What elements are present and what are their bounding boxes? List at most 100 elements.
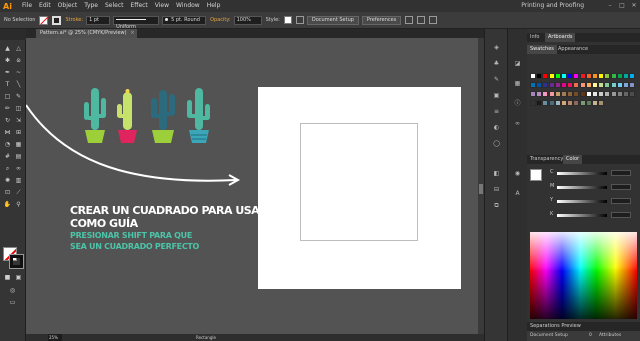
zoom-tool-icon[interactable]: ⚲	[14, 200, 23, 209]
color-swatch[interactable]	[616, 91, 623, 97]
current-tool-label[interactable]: Rectangle	[196, 334, 216, 341]
color-swatch[interactable]	[629, 82, 636, 88]
color-swatch[interactable]	[598, 82, 605, 88]
menu-window[interactable]: Window	[176, 0, 200, 12]
color-swatch[interactable]	[592, 82, 598, 88]
color-swatch[interactable]	[561, 82, 567, 88]
color-swatch[interactable]	[623, 91, 629, 97]
menu-effect[interactable]: Effect	[131, 0, 148, 12]
appearance-panel-icon[interactable]: ◧	[492, 169, 501, 178]
stroke-color-swatch[interactable]	[52, 15, 62, 25]
stroke-swatch[interactable]	[10, 255, 23, 268]
links-icon[interactable]: ∞	[513, 119, 522, 128]
type-panel-icon[interactable]: A	[513, 189, 522, 198]
separations-preview-tab[interactable]: Separations Preview	[527, 322, 640, 331]
type-tool-icon[interactable]: T	[3, 80, 12, 89]
menu-object[interactable]: Object	[58, 0, 78, 12]
color-swatch[interactable]	[623, 73, 629, 79]
fill-color-swatch[interactable]	[39, 15, 49, 25]
color-swatch[interactable]	[579, 82, 586, 88]
artboard[interactable]	[258, 87, 461, 289]
slice-tool-icon[interactable]: ⟋	[14, 188, 23, 197]
color-swatch[interactable]	[592, 73, 598, 79]
blend-tool-icon[interactable]: ∞	[14, 164, 23, 173]
footer-doc-setup[interactable]: Document Setup	[527, 333, 568, 338]
color-swatch[interactable]	[536, 73, 543, 79]
color-swatch[interactable]	[567, 73, 574, 79]
menu-view[interactable]: View	[155, 0, 169, 12]
k-slider[interactable]	[557, 214, 607, 217]
m-value[interactable]	[611, 184, 631, 190]
rectangle-tool-icon[interactable]: □	[3, 92, 12, 101]
color-swatch[interactable]	[554, 91, 561, 97]
gradient-tool-icon[interactable]: ▤	[14, 152, 23, 161]
color-swatch[interactable]	[536, 82, 543, 88]
color-swatch[interactable]	[542, 82, 549, 88]
color-swatch[interactable]	[585, 91, 592, 97]
color-mode-icon[interactable]: ■	[3, 273, 12, 282]
brushes-icon[interactable]: ✎	[492, 75, 501, 84]
menu-select[interactable]: Select	[105, 0, 124, 12]
hand-tool-icon[interactable]: ✋	[3, 200, 12, 209]
pencil-tool-icon[interactable]: ✏	[3, 104, 12, 113]
color-fill-none-icon[interactable]	[530, 169, 542, 181]
color-swatch[interactable]	[542, 91, 549, 97]
color-swatch[interactable]	[530, 73, 536, 79]
panel-menu-icon[interactable]	[429, 16, 438, 24]
pathfinder-panel-icon[interactable]: ⧉	[492, 201, 501, 210]
fill-stroke-widget[interactable]	[3, 247, 23, 269]
menu-help[interactable]: Help	[207, 0, 221, 12]
color-swatch[interactable]	[542, 100, 549, 106]
color-swatch[interactable]	[561, 100, 567, 106]
symbols-icon[interactable]: ♣	[492, 59, 501, 68]
gradient-mode-icon[interactable]: ▣	[14, 273, 23, 282]
column-graph-tool-icon[interactable]: ▥	[14, 176, 23, 185]
close-tab-icon[interactable]: ×	[130, 29, 134, 38]
m-slider[interactable]	[557, 186, 607, 189]
minimize-button[interactable]: –	[607, 2, 613, 9]
style-dropdown-icon[interactable]	[295, 16, 304, 24]
line-tool-icon[interactable]: ╲	[14, 80, 23, 89]
color-swatch[interactable]	[567, 100, 574, 106]
tab-appearance[interactable]: Appearance	[555, 45, 591, 54]
draw-mode-icon[interactable]: ◎	[8, 286, 17, 295]
color-swatch[interactable]	[610, 73, 617, 79]
perspective-grid-tool-icon[interactable]: ▦	[14, 140, 23, 149]
color-swatch[interactable]	[585, 100, 592, 106]
y-value[interactable]	[611, 198, 631, 204]
color-swatch[interactable]	[554, 73, 561, 79]
selection-tool-icon[interactable]: ▲	[3, 44, 12, 53]
color-swatch[interactable]	[548, 91, 555, 97]
transparency-panel-icon[interactable]: ◯	[492, 139, 501, 148]
color-swatch[interactable]	[579, 100, 586, 106]
stroke-weight-field[interactable]: 1 pt	[86, 15, 111, 25]
eyedropper-tool-icon[interactable]: ⌕	[3, 164, 12, 173]
color-swatch[interactable]	[623, 82, 629, 88]
y-slider[interactable]	[557, 200, 607, 203]
tab-info[interactable]: Info	[527, 33, 542, 42]
color-swatch[interactable]	[554, 82, 561, 88]
color-swatch[interactable]	[616, 82, 623, 88]
color-swatch[interactable]	[536, 100, 543, 106]
color-swatch[interactable]	[567, 91, 574, 97]
rotate-tool-icon[interactable]: ↻	[3, 116, 12, 125]
artboard-tool-icon[interactable]: ⊡	[3, 188, 12, 197]
preferences-button[interactable]: Preferences	[361, 15, 402, 25]
color-swatch[interactable]	[573, 91, 580, 97]
color-swatch[interactable]	[604, 73, 611, 79]
free-transform-tool-icon[interactable]: ⊞	[14, 128, 23, 137]
screen-mode-icon[interactable]: ▭	[8, 298, 17, 307]
graphic-styles-icon[interactable]: ▣	[492, 91, 501, 100]
menu-type[interactable]: Type	[84, 0, 98, 12]
color-spectrum[interactable]	[530, 232, 637, 319]
color-swatch[interactable]	[573, 82, 580, 88]
color-swatch[interactable]	[561, 73, 567, 79]
transform-icon[interactable]	[417, 16, 426, 24]
color-swatch[interactable]	[629, 73, 636, 79]
color-swatch[interactable]	[536, 91, 543, 97]
zoom-field[interactable]: 25%	[48, 334, 62, 341]
paintbrush-tool-icon[interactable]: ✎	[14, 92, 23, 101]
color-swatch[interactable]	[548, 73, 555, 79]
color-panel-icon[interactable]: ◉	[513, 169, 522, 178]
direct-selection-tool-icon[interactable]: △	[14, 44, 23, 53]
